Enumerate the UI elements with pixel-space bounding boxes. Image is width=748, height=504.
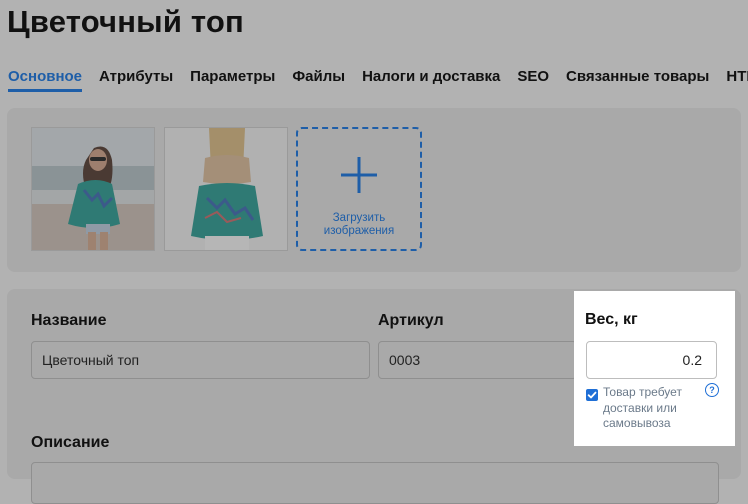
tab-bar: Основное Атрибуты Параметры Файлы Налоги… <box>8 66 748 96</box>
checkmark-icon <box>587 391 597 399</box>
name-label: Название <box>31 312 107 329</box>
upload-images-button[interactable]: Загрузить изображения <box>296 127 422 251</box>
product-image-thumbnail-2[interactable] <box>164 127 288 251</box>
tab-taxes-shipping[interactable]: Налоги и доставка <box>362 66 500 92</box>
description-label: Описание <box>31 434 110 451</box>
requires-shipping-label: Товар требует доставки или самовывоза <box>603 385 682 430</box>
product-image-thumbnail-1[interactable] <box>31 127 155 251</box>
plus-icon <box>341 157 377 193</box>
sku-label: Артикул <box>378 312 444 329</box>
tab-seo[interactable]: SEO <box>517 66 549 92</box>
tab-html[interactable]: HTML- <box>726 66 748 92</box>
tab-parameters[interactable]: Параметры <box>190 66 275 92</box>
weight-label: Вес, кг <box>585 311 638 328</box>
weight-highlight-box: Вес, кг 0.2 Товар требует доставки или с… <box>574 291 735 446</box>
question-circle-icon[interactable]: ? <box>705 383 719 397</box>
sku-input[interactable]: 0003 <box>378 341 577 379</box>
page-title: Цветочный топ <box>7 4 244 39</box>
description-editor[interactable] <box>31 462 719 504</box>
tab-attributes[interactable]: Атрибуты <box>99 66 173 92</box>
tab-files[interactable]: Файлы <box>292 66 345 92</box>
tab-related-products[interactable]: Связанные товары <box>566 66 709 92</box>
tab-main[interactable]: Основное <box>8 66 83 92</box>
upload-images-label: Загрузить изображения <box>323 212 395 237</box>
beach-photo <box>32 128 154 250</box>
requires-shipping-checkbox[interactable] <box>586 389 598 401</box>
back-view-photo <box>165 128 287 250</box>
weight-input[interactable]: 0.2 <box>586 341 717 379</box>
images-panel: Загрузить изображения <box>7 108 741 272</box>
name-input[interactable]: Цветочный топ <box>31 341 370 379</box>
